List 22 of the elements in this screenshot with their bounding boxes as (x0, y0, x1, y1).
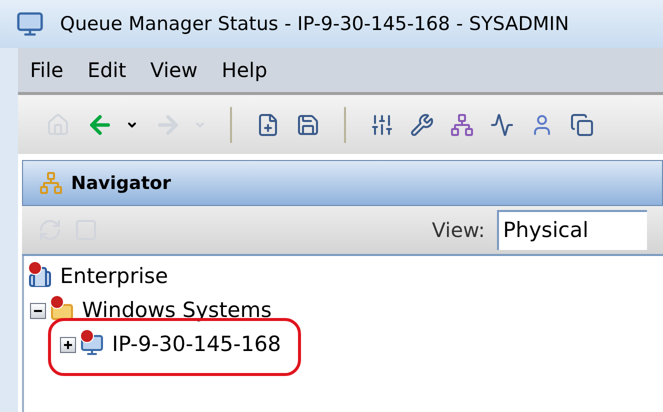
navigator-icon (39, 171, 63, 195)
tree-item[interactable]: IP-9-30-145-168 (112, 329, 281, 361)
view-label: View: (432, 217, 485, 244)
menu-item[interactable]: Help (222, 55, 268, 85)
collapse-toggle[interactable] (30, 303, 46, 319)
network-icon[interactable] (450, 112, 474, 136)
window-title: Queue Manager Status - IP-9-30-145-168 - SYSADMIN (60, 12, 569, 37)
computer-icon (16, 10, 44, 38)
new-document-icon[interactable] (256, 112, 280, 136)
menu-item[interactable]: Edit (87, 55, 126, 85)
tree-item[interactable]: Enterprise (60, 261, 168, 293)
save-icon[interactable] (296, 112, 320, 136)
menu-item[interactable]: File (30, 55, 64, 85)
menu-item[interactable]: View (150, 55, 198, 85)
sliders-icon[interactable] (370, 112, 394, 136)
wrench-icon[interactable] (410, 112, 434, 136)
copy-icon[interactable] (570, 112, 594, 136)
tree-item[interactable]: Windows Systems (82, 295, 272, 327)
panel-title: Navigator (71, 172, 171, 196)
view-field[interactable]: Physical (497, 210, 647, 250)
pulse-icon[interactable] (490, 112, 514, 136)
expand-toggle[interactable] (60, 337, 76, 353)
